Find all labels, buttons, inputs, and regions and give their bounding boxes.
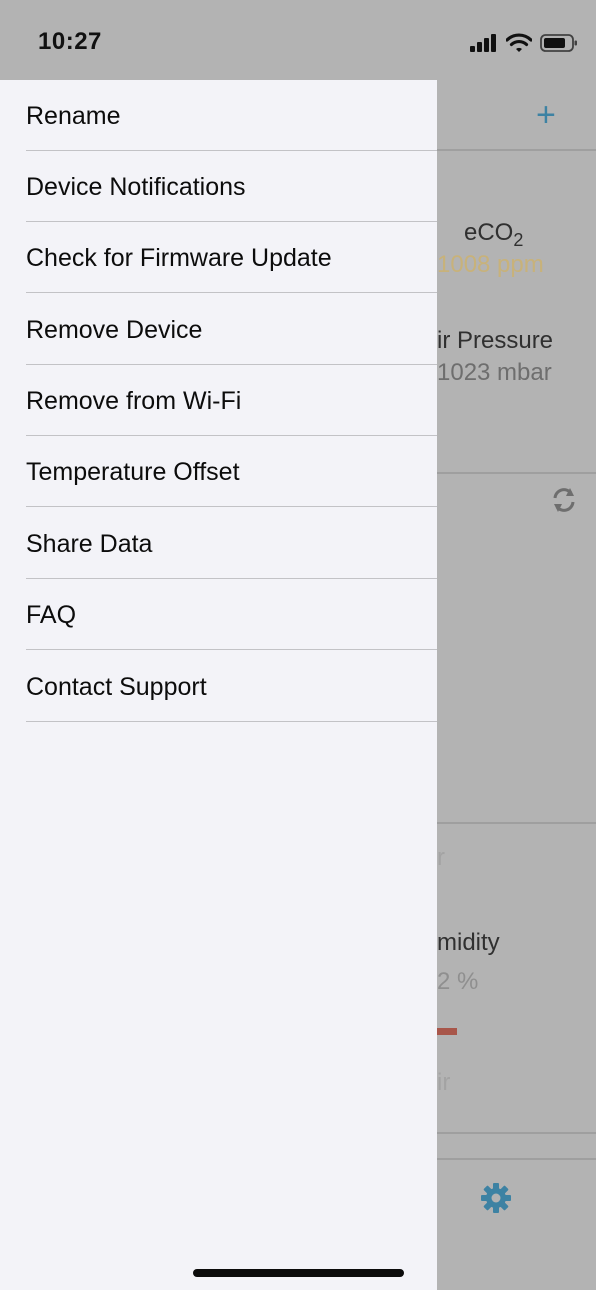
menu-item-remove-device[interactable]: Remove Device: [26, 294, 437, 365]
tabbar-divider: [437, 1158, 596, 1160]
menu-item-share-data[interactable]: Share Data: [26, 508, 437, 579]
eco2-value: 1008 ppm: [437, 251, 544, 278]
humidity-value: 2 %: [437, 968, 479, 995]
cellular-signal-icon: [470, 34, 496, 52]
wifi-icon: [506, 33, 532, 52]
section-divider-2: [437, 822, 596, 824]
menu-item-device-notifications[interactable]: Device Notifications: [26, 151, 437, 222]
menu-item-label: Check for Firmware Update: [26, 244, 332, 272]
header-divider: [437, 149, 596, 151]
partial-label-1: r: [437, 844, 445, 871]
menu-item-check-firmware-update[interactable]: Check for Firmware Update: [26, 222, 437, 293]
menu-item-label: FAQ: [26, 601, 77, 629]
home-indicator[interactable]: [193, 1269, 404, 1277]
menu-item-label: Remove from Wi-Fi: [26, 387, 242, 415]
menu-item-remove-from-wifi[interactable]: Remove from Wi-Fi: [26, 365, 437, 436]
partial-label-2: ir: [437, 1069, 451, 1096]
menu-item-label: Rename: [26, 102, 121, 130]
section-divider-1: [437, 472, 596, 474]
menu-item-temperature-offset[interactable]: Temperature Offset: [26, 436, 437, 507]
status-bar: 10:27: [0, 0, 596, 80]
status-icons: [470, 33, 578, 53]
side-menu: Rename Device Notifications Check for Fi…: [0, 80, 437, 1290]
humidity-label: midity: [437, 929, 500, 956]
menu-item-label: Share Data: [26, 530, 153, 558]
humidity-indicator-bar: [437, 1028, 457, 1035]
refresh-icon[interactable]: [550, 485, 578, 515]
menu-item-label: Remove Device: [26, 316, 203, 344]
status-time: 10:27: [38, 28, 102, 55]
menu-item-label: Device Notifications: [26, 173, 246, 201]
menu-item-label: Temperature Offset: [26, 458, 240, 486]
battery-icon: [540, 34, 577, 52]
menu-item-rename[interactable]: Rename: [26, 80, 437, 151]
add-device-icon[interactable]: +: [536, 98, 556, 132]
menu-item-faq[interactable]: FAQ: [26, 579, 437, 650]
air-pressure-label: ir Pressure: [437, 327, 554, 354]
menu-item-label: Contact Support: [26, 673, 207, 701]
air-pressure-value: 1023 mbar: [437, 359, 552, 386]
settings-gear-icon[interactable]: [480, 1182, 512, 1214]
menu-item-contact-support[interactable]: Contact Support: [26, 651, 437, 722]
section-divider-3: [437, 1132, 596, 1134]
eco2-label: eCO2: [464, 219, 524, 250]
